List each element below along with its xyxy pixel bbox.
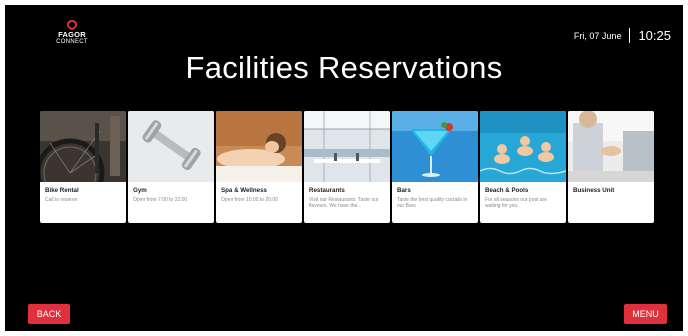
dumbbells-image (128, 111, 214, 182)
spa-massage-image (216, 111, 302, 182)
card-name: Restaurants (309, 187, 345, 194)
card-spa-wellness[interactable]: Spa & Wellness Open from 10:00 to 20:00 (216, 111, 302, 223)
card-desc: Call to reserve (45, 197, 78, 203)
back-button[interactable]: BACK (28, 304, 70, 324)
card-restaurants[interactable]: Restaurants Visit our Restaurants. Taste… (304, 111, 390, 223)
card-name: Bars (397, 187, 411, 194)
brand-sub: CONNECT (56, 39, 88, 45)
card-desc: Visit our Restaurants. Taste our flavour… (309, 197, 379, 209)
card-desc: Taste the best quality coctails in our B… (397, 197, 468, 209)
card-name: Beach & Pools (485, 187, 529, 194)
time-label: 10:25 (638, 28, 671, 43)
card-desc (568, 194, 654, 197)
card-desc: Open from 7:00 to 22:00 (133, 197, 188, 203)
card-name: Gym (133, 187, 147, 194)
brand-name: FAGOR (58, 30, 86, 39)
restaurant-terrace-image (304, 111, 390, 182)
card-desc: Open from 10:00 to 20:00 (221, 197, 278, 203)
card-desc: For all seasons our pool are waiting for… (485, 197, 547, 209)
card-bars[interactable]: Bars Taste the best quality coctails in … (392, 111, 478, 223)
facility-cards: Bike Rental Call to reserve Gym Open fro… (40, 111, 654, 223)
business-handshake-image (568, 111, 654, 182)
card-business-unit[interactable]: Business Unit (568, 111, 654, 223)
card-gym[interactable]: Gym Open from 7:00 to 22:00 (128, 111, 214, 223)
cocktail-image (392, 111, 478, 182)
card-name: Bike Rental (45, 187, 79, 194)
bicycle-wheel-image (40, 111, 126, 182)
card-name: Business Unit (573, 187, 615, 194)
clock-divider (629, 28, 631, 43)
card-name: Spa & Wellness (221, 187, 267, 194)
page-title: Facilities Reservations (185, 50, 503, 85)
fagor-logo: FAGOR CONNECT (52, 19, 92, 46)
card-bike-rental[interactable]: Bike Rental Call to reserve (40, 111, 126, 223)
menu-button[interactable]: MENU (624, 304, 667, 324)
pool-swimmers-image (480, 111, 566, 182)
screen: FAGOR CONNECT Fri, 07 June 10:25 Facilit… (5, 5, 683, 331)
date-label: Fri, 07 June (573, 30, 622, 41)
clock: Fri, 07 June 10:25 (574, 28, 671, 43)
card-beach-pools[interactable]: Beach & Pools For all seasons our pool a… (480, 111, 566, 223)
